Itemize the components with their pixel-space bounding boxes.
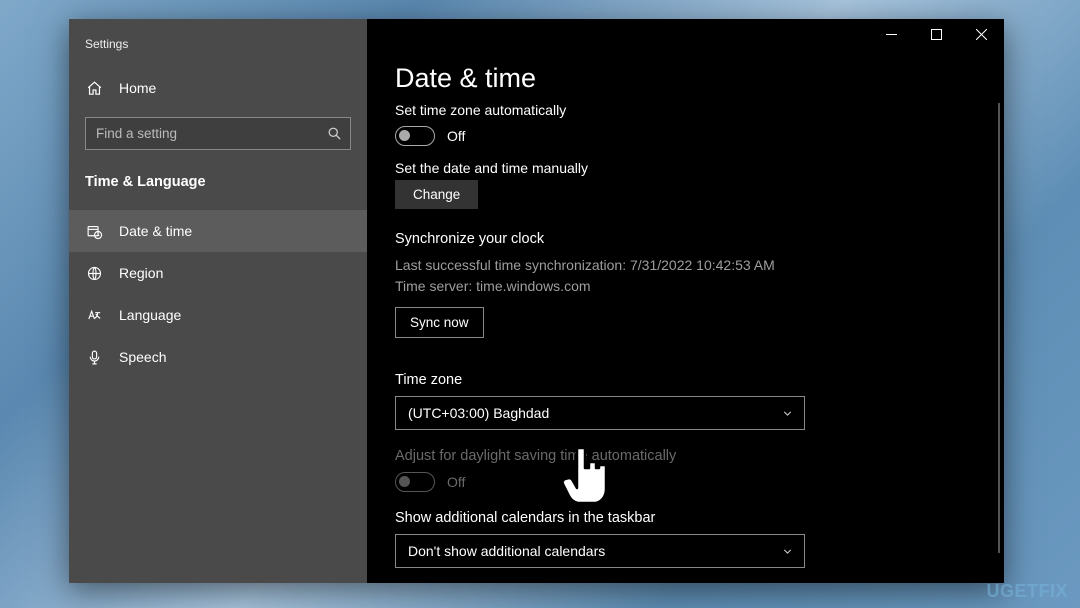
sidebar-item-language[interactable]: Language xyxy=(69,294,367,336)
content-pane: Date & time Set time zone automatically … xyxy=(367,19,1004,583)
dst-label: Adjust for daylight saving time automati… xyxy=(395,448,976,464)
close-button[interactable] xyxy=(959,19,1004,49)
sidebar-item-label: Language xyxy=(119,307,181,323)
sync-now-button[interactable]: Sync now xyxy=(395,307,484,338)
calendars-value: Don't show additional calendars xyxy=(408,543,605,559)
manual-datetime-label: Set the date and time manually xyxy=(395,160,976,176)
sidebar: Settings Home Time & Language Date & tim… xyxy=(69,19,367,583)
search-box[interactable] xyxy=(85,117,351,150)
sidebar-item-speech[interactable]: Speech xyxy=(69,336,367,378)
scrollbar[interactable] xyxy=(998,103,1000,553)
timezone-value: (UTC+03:00) Baghdad xyxy=(408,405,549,421)
dst-state: Off xyxy=(447,474,465,490)
auto-timezone-toggle[interactable] xyxy=(395,126,435,146)
microphone-icon xyxy=(85,349,103,366)
chevron-down-icon xyxy=(781,407,794,420)
timezone-select[interactable]: (UTC+03:00) Baghdad xyxy=(395,396,805,430)
home-button[interactable]: Home xyxy=(69,69,367,107)
maximize-button[interactable] xyxy=(914,19,959,49)
page-title: Date & time xyxy=(395,63,976,94)
sidebar-item-label: Speech xyxy=(119,349,166,365)
calendar-clock-icon xyxy=(85,223,103,240)
sidebar-item-label: Region xyxy=(119,265,163,281)
category-header: Time & Language xyxy=(69,164,367,210)
chevron-down-icon xyxy=(781,545,794,558)
sync-last-line: Last successful time synchronization: 7/… xyxy=(395,255,976,276)
dst-toggle xyxy=(395,472,435,492)
sidebar-item-date-time[interactable]: Date & time xyxy=(69,210,367,252)
globe-icon xyxy=(85,265,103,282)
sync-header: Synchronize your clock xyxy=(395,231,976,247)
search-icon xyxy=(327,126,342,141)
auto-timezone-label: Set time zone automatically xyxy=(395,102,976,118)
home-label: Home xyxy=(119,80,156,96)
sidebar-item-label: Date & time xyxy=(119,223,192,239)
search-input[interactable] xyxy=(96,126,327,141)
home-icon xyxy=(85,80,103,97)
sidebar-item-region[interactable]: Region xyxy=(69,252,367,294)
language-icon xyxy=(85,307,103,324)
timezone-header: Time zone xyxy=(395,372,976,388)
sync-server-line: Time server: time.windows.com xyxy=(395,276,976,297)
app-title: Settings xyxy=(69,31,367,69)
calendars-select[interactable]: Don't show additional calendars xyxy=(395,534,805,568)
minimize-button[interactable] xyxy=(869,19,914,49)
watermark: UGETFIX xyxy=(986,581,1068,602)
calendars-header: Show additional calendars in the taskbar xyxy=(395,510,976,526)
titlebar-controls xyxy=(869,19,1004,49)
change-button[interactable]: Change xyxy=(395,180,478,209)
auto-timezone-state: Off xyxy=(447,128,465,144)
settings-window: Settings Home Time & Language Date & tim… xyxy=(69,19,1004,583)
